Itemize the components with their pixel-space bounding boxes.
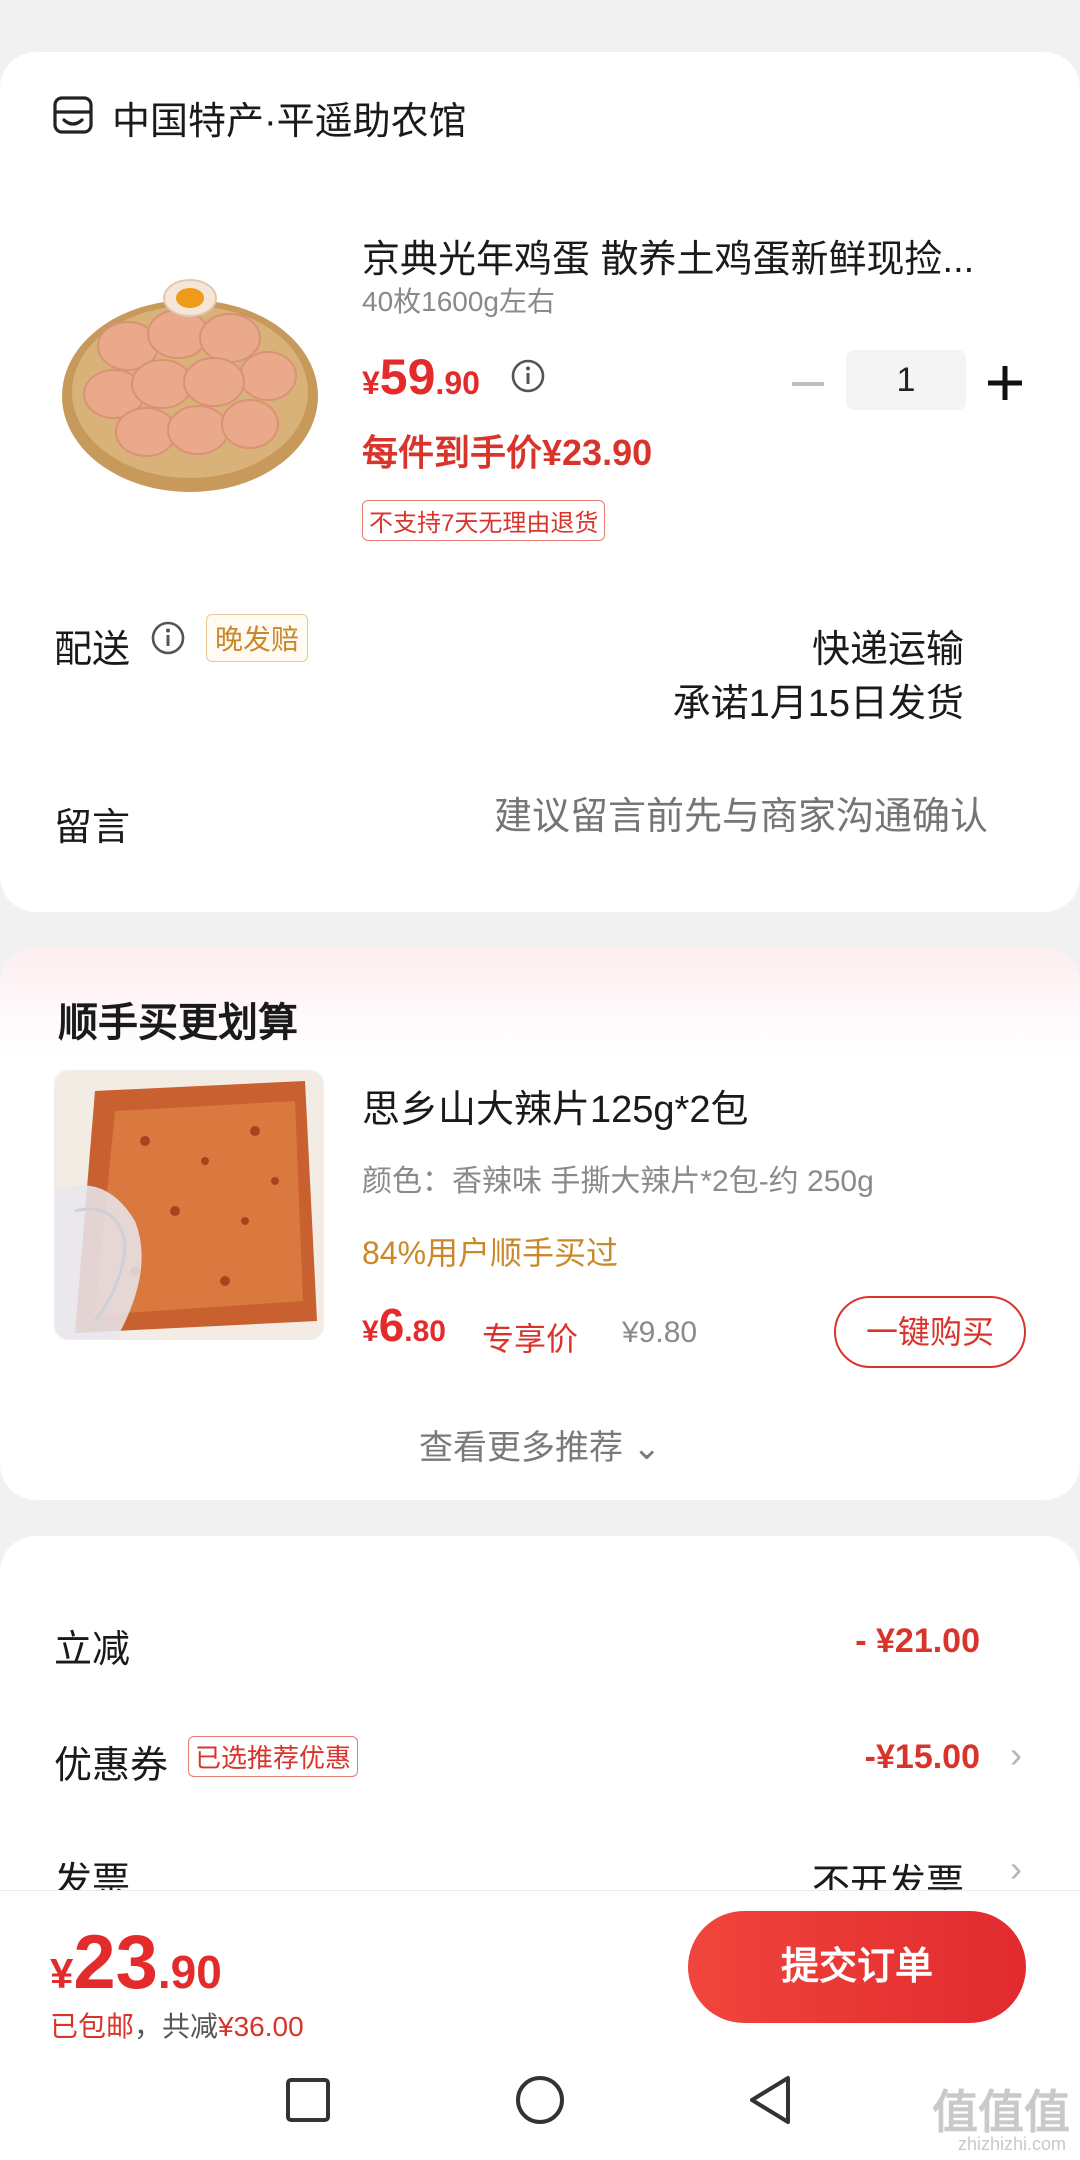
product-title[interactable]: 京典光年鸡蛋 散养土鸡蛋新鲜现捡... xyxy=(362,228,1002,283)
price-currency: ¥ xyxy=(362,365,380,401)
original-price: ¥9.80 xyxy=(622,1316,698,1349)
message-input[interactable] xyxy=(388,796,988,839)
view-more-recommendations[interactable]: 查看更多推荐 ⌄ xyxy=(0,1420,1080,1469)
price-summary-card: 立减 - ¥21.00 优惠券 已选推荐优惠 -¥15.00 › 发票 不开发票… xyxy=(0,1536,1080,1936)
delivery-label: 配送 xyxy=(54,629,131,671)
back-icon[interactable] xyxy=(744,2072,800,2128)
home-icon[interactable] xyxy=(512,2072,568,2128)
instant-discount-value: - ¥21.00 xyxy=(855,1622,980,1660)
message-label: 留言 xyxy=(54,807,131,849)
system-nav-bar xyxy=(0,2040,1080,2160)
shipping-method: 快递运输 xyxy=(811,629,964,671)
product-price: ¥59.90 xyxy=(362,348,480,406)
info-icon[interactable] xyxy=(510,358,546,394)
rec-price-decimal: .80 xyxy=(404,1315,446,1348)
price-decimal: .90 xyxy=(435,365,480,401)
instant-discount-label: 立减 xyxy=(54,1629,131,1671)
price-integer: 59 xyxy=(379,349,436,405)
total-currency: ¥ xyxy=(50,1950,74,1997)
coupon-selected-badge: 已选推荐优惠 xyxy=(188,1736,359,1777)
social-proof-text: 84%用户顺手买过 xyxy=(362,1235,619,1271)
recommended-price: ¥6.80 xyxy=(362,1298,446,1352)
late-compensation-badge: 晚发赔 xyxy=(206,614,309,662)
coupon-label: 优惠券 xyxy=(54,1745,169,1787)
coupon-value[interactable]: -¥15.00 xyxy=(865,1738,980,1777)
invoice-chevron-icon[interactable]: › xyxy=(1010,1848,1022,1890)
rec-price-integer: 6 xyxy=(378,1299,405,1351)
decrease-quantity-button[interactable] xyxy=(784,360,832,408)
recommended-product-name[interactable]: 思乡山大辣片125g*2包 xyxy=(362,1078,748,1133)
total-decimal: .90 xyxy=(157,1946,222,1998)
watermark-url: zhizhizhi.com xyxy=(957,2134,1066,2154)
increase-quantity-button[interactable] xyxy=(980,358,1030,408)
one-click-buy-button[interactable]: 一键购买 xyxy=(834,1296,1026,1368)
quantity-field[interactable]: 1 xyxy=(846,350,966,410)
return-policy-badge: 不支持7天无理由退货 xyxy=(362,500,606,541)
product-spec: 40枚1600g左右 xyxy=(362,286,556,317)
exclusive-price-label: 专享价 xyxy=(482,1321,579,1357)
shipping-note: 已包邮 xyxy=(50,2011,135,2042)
rec-price-currency: ¥ xyxy=(362,1315,379,1348)
total-note: 已包邮，共减¥36.00 xyxy=(50,2005,304,2045)
total-price: ¥23.90 xyxy=(50,1919,222,2006)
order-card: 中国特产·平遥助农馆 京典光年鸡蛋 散养土鸡蛋新鲜现捡... 40枚1600g左… xyxy=(0,52,1080,912)
watermark-logo: 值值值 xyxy=(932,2086,1070,2138)
recent-apps-icon[interactable] xyxy=(280,2072,336,2128)
coupon-chevron-icon[interactable]: › xyxy=(1010,1734,1022,1776)
per-item-price: 每件到手价¥23.90 xyxy=(362,432,653,473)
recommendation-card: 顺手买更划算 思乡山大辣片125g*2包 颜色：香辣味 手撕大辣片*2包-约 2… xyxy=(0,948,1080,1500)
total-integer: 23 xyxy=(73,1920,158,2005)
recommended-product-image[interactable] xyxy=(54,1070,324,1340)
checkout-bar: ¥23.90 已包邮，共减¥36.00 提交订单 xyxy=(0,1890,1080,2042)
shop-name[interactable]: 中国特产·平遥助农馆 xyxy=(112,90,467,145)
product-image[interactable] xyxy=(58,246,322,510)
saved-prefix: ，共减 xyxy=(134,2011,219,2042)
shop-icon xyxy=(53,96,93,134)
recommendation-title: 顺手买更划算 xyxy=(58,1001,298,1045)
delivery-info-icon[interactable] xyxy=(150,620,186,656)
recommended-product-spec: 颜色：香辣味 手撕大辣片*2包-约 250g xyxy=(362,1165,874,1198)
shipping-promise: 承诺1月15日发货 xyxy=(672,683,964,725)
saved-amount: ¥36.00 xyxy=(218,2011,304,2042)
submit-order-button[interactable]: 提交订单 xyxy=(688,1911,1026,2023)
